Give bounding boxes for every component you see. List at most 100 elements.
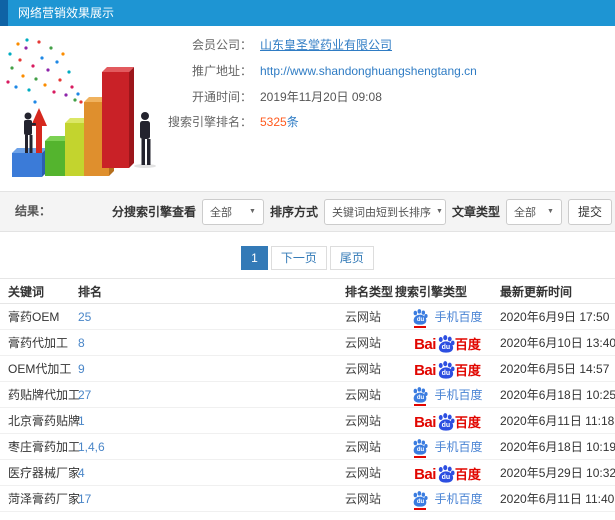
pagination: 1 下一页 尾页 xyxy=(0,246,615,270)
engine-cell: du 手机百度 xyxy=(395,382,500,408)
col-rank: 排名 xyxy=(78,285,103,299)
keyword-cell: 枣庄膏药加工 xyxy=(8,440,81,454)
promo-url-link[interactable]: http://www.shandonghuangshengtang.cn xyxy=(260,63,477,79)
updated-time-cell: 2020年6月11日 11:40 xyxy=(500,492,615,506)
baidu-logo: Bai du 百度 xyxy=(414,412,481,431)
paw-du-text: du xyxy=(441,369,451,377)
engine-rank-row: 搜索引擎排名： 5325条 xyxy=(0,114,615,130)
rank-link[interactable]: 8 xyxy=(78,330,85,356)
baidu-bai-text: Bai xyxy=(414,335,436,353)
rank-type-cell: 云网站 xyxy=(345,492,382,506)
rank-type-cell: 云网站 xyxy=(345,362,382,376)
paw-du-text: du xyxy=(441,473,451,481)
rank-link[interactable]: 1,4,6 xyxy=(78,434,105,460)
chevron-down-icon: ▼ xyxy=(547,208,554,215)
updated-time-cell: 2020年6月11日 11:18 xyxy=(500,414,615,428)
promo-url-row: 推广地址： http://www.shandonghuangshengtang.… xyxy=(0,63,615,79)
marketing-effect-page: 网络营销效果展示 会员公司： 山东皇圣堂药业有限公司 推广地址： http://… xyxy=(0,0,615,520)
baidu-paw-icon: du xyxy=(412,387,429,406)
engine-filter-select[interactable]: 全部 ▼ xyxy=(201,198,264,225)
table-row: 菏泽膏药厂家 17 云网站 du 手机百度 2020年6月11日 11:40 xyxy=(0,486,615,512)
paw-du-text: du xyxy=(416,317,425,323)
type-filter-select[interactable]: 全部 ▼ xyxy=(505,198,562,225)
updated-time-cell: 2020年5月29日 10:32 xyxy=(500,466,615,480)
engine-cell: du 手机百度 xyxy=(395,304,500,330)
col-rank-type: 排名类型 xyxy=(345,285,394,299)
paw-red-underline xyxy=(414,456,427,458)
engine-cell: Bai du 百度 xyxy=(395,460,500,486)
baidu-paw-icon: du xyxy=(437,334,455,353)
paw-du-text: du xyxy=(441,421,451,429)
keyword-cell: OEM代加工 xyxy=(8,362,72,376)
table-body: 膏药OEM 25 云网站 du 手机百度 2020年6月9日 17:50 膏药代… xyxy=(0,304,615,512)
engine-cell: Bai du 百度 xyxy=(395,408,500,434)
baidu-cn-text: 百度 xyxy=(454,362,481,378)
baidu-paw-icon: du xyxy=(437,360,455,379)
paw-red-underline xyxy=(414,404,427,406)
paw-du-text: du xyxy=(441,343,451,351)
table-row: 膏药代加工 8 云网站 Bai du 百度 2020年6月10日 13:40 xyxy=(0,330,615,356)
mobile-baidu-label: 手机百度 xyxy=(434,310,483,324)
header-accent xyxy=(0,0,8,26)
rank-type-cell: 云网站 xyxy=(345,388,382,402)
table-row: 医疗器械厂家 4 云网站 Bai du 百度 2020年5月29日 10:32 xyxy=(0,460,615,486)
chevron-down-icon: ▼ xyxy=(435,208,443,215)
col-engine-type: 搜索引擎类型 xyxy=(395,285,468,299)
sort-filter-value: 关键词由短到长排序 xyxy=(331,206,431,219)
opened-time-value: 2019年11月20日 09:08 xyxy=(260,90,382,104)
company-link[interactable]: 山东皇圣堂药业有限公司 xyxy=(260,37,392,53)
updated-time-cell: 2020年6月18日 10:25 xyxy=(500,388,615,402)
next-page-button[interactable]: 下一页 xyxy=(270,246,327,270)
rank-type-cell: 云网站 xyxy=(345,414,382,428)
baidu-bai-text: Bai xyxy=(414,465,436,483)
rank-type-cell: 云网站 xyxy=(345,440,382,454)
rank-link[interactable]: 25 xyxy=(78,304,91,330)
rank-link[interactable]: 17 xyxy=(78,486,91,512)
mobile-baidu-label: 手机百度 xyxy=(434,492,483,506)
page-1-button[interactable]: 1 xyxy=(241,246,268,270)
company-label: 会员公司： xyxy=(191,38,252,52)
rank-link[interactable]: 9 xyxy=(78,356,85,382)
engine-cell: Bai du 百度 xyxy=(395,356,500,382)
rank-link[interactable]: 1 xyxy=(78,408,85,434)
mobile-baidu-logo: du 手机百度 xyxy=(412,382,483,408)
keyword-cell: 药贴牌代加工 xyxy=(8,388,81,402)
table-row: 北京膏药贴牌 1 云网站 Bai du 百度 2020年6月11日 11:18 xyxy=(0,408,615,434)
engine-cell: du 手机百度 xyxy=(395,486,500,512)
updated-time-cell: 2020年6月18日 10:19 xyxy=(500,440,615,454)
baidu-cn-text: 百度 xyxy=(454,466,481,482)
keyword-cell: 膏药代加工 xyxy=(8,336,69,350)
baidu-paw-icon: du xyxy=(437,464,455,483)
keyword-cell: 北京膏药贴牌 xyxy=(8,414,81,428)
rank-type-cell: 云网站 xyxy=(345,310,382,324)
mobile-baidu-logo: du 手机百度 xyxy=(412,304,483,330)
paw-red-underline xyxy=(414,508,427,510)
rank-link[interactable]: 27 xyxy=(78,382,91,408)
baidu-paw-icon: du xyxy=(412,309,429,328)
baidu-bai-text: Bai xyxy=(414,413,436,431)
last-page-button[interactable]: 尾页 xyxy=(329,246,374,270)
type-filter-label: 文章类型 xyxy=(451,205,500,219)
paw-red-underline xyxy=(414,326,427,328)
baidu-logo: Bai du 百度 xyxy=(414,464,481,483)
mobile-baidu-label: 手机百度 xyxy=(434,440,483,454)
engine-cell: du 手机百度 xyxy=(395,434,500,460)
opened-time-row: 开通时间： 2019年11月20日 09:08 xyxy=(0,89,615,105)
table-row: 枣庄膏药加工 1,4,6 云网站 du 手机百度 2020年6月18日 10:1… xyxy=(0,434,615,460)
mobile-baidu-label: 手机百度 xyxy=(434,388,483,402)
promo-url-label: 推广地址： xyxy=(191,64,252,78)
table-row: 膏药OEM 25 云网站 du 手机百度 2020年6月9日 17:50 xyxy=(0,304,615,330)
opened-time-label: 开通时间： xyxy=(191,90,252,104)
sort-filter-select[interactable]: 关键词由短到长排序 ▼ xyxy=(323,198,446,225)
col-updated: 最新更新时间 xyxy=(500,285,573,299)
rank-link[interactable]: 4 xyxy=(78,460,85,486)
page-title: 网络营销效果展示 xyxy=(18,6,115,20)
baidu-paw-icon: du xyxy=(437,412,455,431)
engine-filter-label: 分搜索引擎查看 xyxy=(111,205,196,219)
baidu-logo: Bai du 百度 xyxy=(414,360,481,379)
submit-button[interactable]: 提交 xyxy=(567,198,612,225)
updated-time-cell: 2020年6月10日 13:40 xyxy=(500,336,615,350)
page-header: 网络营销效果展示 xyxy=(0,0,615,26)
rank-type-cell: 云网站 xyxy=(345,336,382,350)
filter-bar: 结果： 分搜索引擎查看 全部 ▼ 排序方式 关键词由短到长排序 ▼ 文章类型 全… xyxy=(0,191,615,232)
